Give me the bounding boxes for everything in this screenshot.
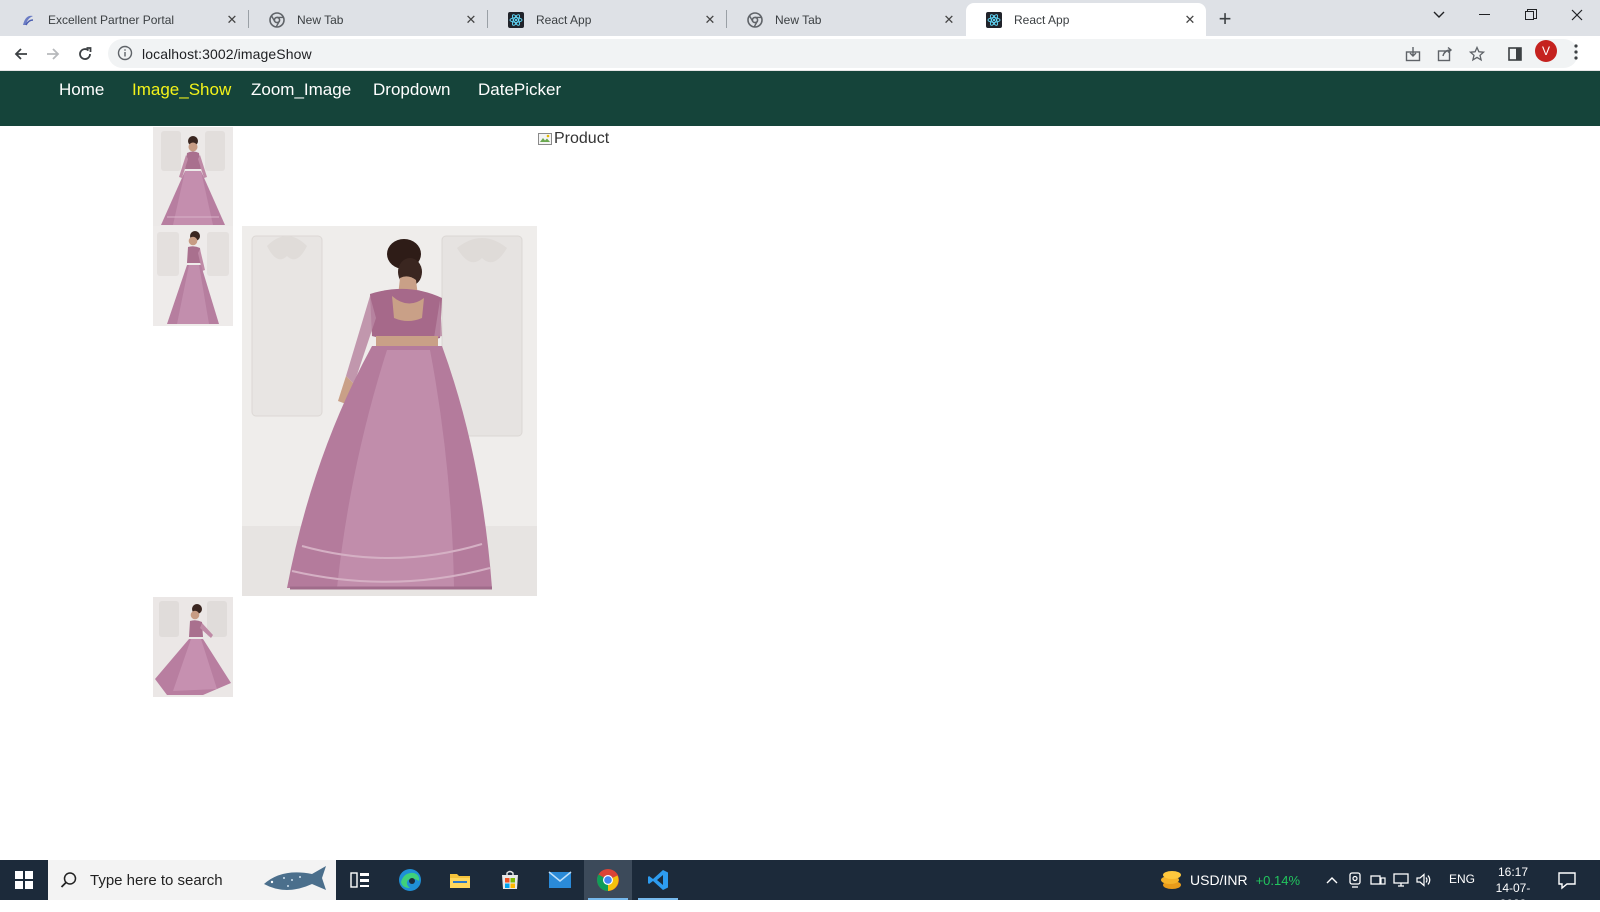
browser-tab-strip: Excellent Partner Portal ✕ New Tab ✕ Rea…	[0, 0, 1600, 36]
tab-title: Excellent Partner Portal	[48, 12, 175, 27]
currency-widget-icon	[1160, 869, 1182, 891]
close-tab-icon[interactable]: ✕	[222, 10, 242, 30]
close-tab-icon[interactable]: ✕	[700, 10, 720, 30]
chrome-taskbar-icon[interactable]	[584, 860, 632, 900]
chrome-icon	[747, 11, 763, 28]
browser-tab-4[interactable]: React App ✕	[966, 3, 1206, 36]
microsoft-store-icon[interactable]	[486, 860, 534, 900]
nav-link-dropdown[interactable]: Dropdown	[373, 80, 451, 104]
lehenga-twirl-image	[153, 597, 233, 697]
device-icon[interactable]	[1368, 870, 1388, 890]
network-icon[interactable]	[1391, 870, 1411, 890]
taskbar-search-box[interactable]: Type here to search	[48, 860, 336, 900]
ticker-change: +0.14%	[1255, 872, 1301, 888]
chrome-icon	[269, 11, 285, 28]
product-thumbnail[interactable]	[153, 597, 233, 697]
portal-favicon-icon	[20, 12, 36, 28]
whale-shark-icon	[262, 862, 328, 903]
nav-link-datepicker[interactable]: DatePicker	[478, 80, 561, 104]
tab-title: React App	[536, 12, 592, 27]
back-arrow-icon[interactable]	[8, 41, 34, 67]
site-info-icon[interactable]	[117, 45, 133, 61]
restore-button[interactable]	[1508, 0, 1554, 30]
input-language[interactable]: ENG	[1449, 872, 1475, 886]
currency-ticker[interactable]: USD/INR +0.14%	[1160, 860, 1300, 900]
react-icon	[986, 11, 1002, 28]
close-tab-icon[interactable]: ✕	[461, 10, 481, 30]
close-window-button[interactable]	[1554, 0, 1600, 30]
notification-center-icon[interactable]	[1556, 869, 1578, 891]
react-icon	[508, 11, 524, 28]
browser-tab-2[interactable]: React App ✕	[488, 3, 726, 36]
nav-link-home[interactable]: Home	[59, 80, 104, 104]
reload-icon[interactable]	[72, 41, 98, 67]
minimize-button[interactable]	[1462, 0, 1508, 30]
app-navbar: Home Image_Show Zoom_Image Dropdown Date…	[0, 71, 1600, 126]
browser-toolbar: localhost:3002/imageShow V	[0, 36, 1600, 71]
tab-title: New Tab	[297, 12, 344, 27]
taskbar-clock[interactable]: 16:17 14-07-2023	[1484, 864, 1542, 912]
file-explorer-icon[interactable]	[436, 860, 484, 900]
product-thumbnail[interactable]	[153, 127, 233, 227]
ticker-label: USD/INR	[1190, 872, 1248, 888]
address-bar[interactable]: localhost:3002/imageShow	[108, 39, 1578, 68]
tab-title: New Tab	[775, 12, 822, 27]
close-tab-icon[interactable]: ✕	[1180, 10, 1200, 30]
install-app-icon[interactable]	[1404, 45, 1422, 63]
browser-tab-3[interactable]: New Tab ✕	[727, 3, 965, 36]
task-view-icon[interactable]	[336, 860, 384, 900]
share-icon[interactable]	[1436, 45, 1454, 63]
meet-now-icon[interactable]	[1345, 870, 1365, 890]
tab-title: React App	[1014, 12, 1070, 27]
nav-link-image-show[interactable]: Image_Show	[132, 80, 231, 104]
forward-arrow-icon[interactable]	[40, 41, 66, 67]
main-product-image	[242, 226, 537, 596]
broken-image-icon	[537, 131, 553, 147]
browser-tab-1[interactable]: New Tab ✕	[249, 3, 487, 36]
search-placeholder: Type here to search	[90, 871, 223, 889]
profile-avatar[interactable]: V	[1535, 40, 1557, 62]
browser-tab-0[interactable]: Excellent Partner Portal ✕	[0, 3, 248, 36]
lehenga-front-image	[153, 127, 233, 227]
search-icon	[60, 871, 78, 889]
bookmark-star-icon[interactable]	[1468, 45, 1486, 63]
side-panel-icon[interactable]	[1502, 41, 1528, 67]
windows-taskbar: Type here to search USD/INR +0.14% ENG 1…	[0, 860, 1600, 911]
show-hidden-icons-chevron-icon[interactable]	[1322, 870, 1342, 890]
nav-link-zoom-image[interactable]: Zoom_Image	[251, 80, 351, 104]
volume-icon[interactable]	[1414, 870, 1434, 890]
lehenga-side-image	[153, 226, 233, 326]
clock-time: 16:17	[1497, 865, 1529, 879]
product-thumbnail[interactable]	[153, 226, 233, 326]
more-menu-icon[interactable]	[1574, 44, 1578, 60]
lehenga-back-image	[242, 226, 537, 596]
product-alt-text: Product	[554, 130, 610, 147]
mail-icon[interactable]	[536, 860, 584, 900]
tab-search-icon[interactable]	[1416, 0, 1462, 30]
url-text: localhost:3002/imageShow	[142, 46, 312, 62]
vscode-icon[interactable]	[634, 860, 682, 900]
windows-start-icon[interactable]	[0, 860, 48, 900]
new-tab-button[interactable]: +	[1213, 6, 1237, 31]
broken-product-image: Product	[537, 130, 609, 148]
close-tab-icon[interactable]: ✕	[939, 10, 959, 30]
clock-date: 14-07-2023	[1495, 881, 1531, 911]
edge-browser-icon[interactable]	[386, 860, 434, 900]
